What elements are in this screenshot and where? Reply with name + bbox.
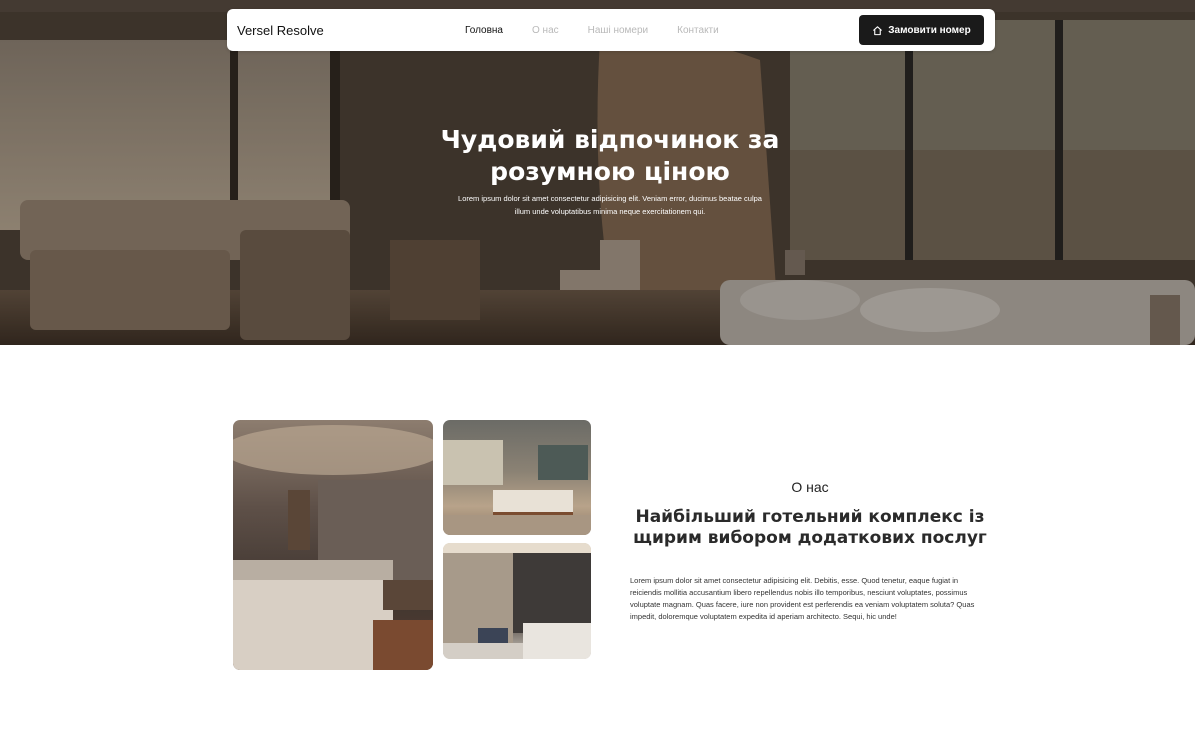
hero-subtitle-line-1: Lorem ipsum dolor sit amet consectetur a… xyxy=(458,194,762,203)
about-title: Найбільший готельний комплекс із щирим в… xyxy=(620,507,1000,549)
hero-section: Versel Resolve Головна О нас Наші номери… xyxy=(0,0,1195,345)
nav-link-contacts[interactable]: Контакти xyxy=(677,25,719,36)
book-room-button[interactable]: Замовити номер xyxy=(859,15,984,45)
brand-logo[interactable]: Versel Resolve xyxy=(237,23,437,38)
hero-title-line-2: розумною ціною xyxy=(490,157,730,186)
about-photo-room xyxy=(443,543,591,659)
home-icon xyxy=(873,25,883,35)
about-photo-bedroom-large xyxy=(233,420,433,670)
nav-link-about[interactable]: О нас xyxy=(532,25,559,36)
about-title-line-1: Найбільший готельний комплекс із xyxy=(635,507,985,527)
nav-link-home[interactable]: Головна xyxy=(465,25,503,36)
about-label: О нас xyxy=(791,479,829,495)
hero-subtitle-line-2: illum unde voluptatibus minima neque exe… xyxy=(514,206,706,216)
book-room-label: Замовити номер xyxy=(888,24,971,36)
hero-title-line-1: Чудовий відпочинок за xyxy=(440,125,780,154)
hero-title: Чудовий відпочинок за розумною ціною xyxy=(420,124,800,188)
nav-links: Головна О нас Наші номери Контакти xyxy=(465,9,748,51)
about-description: Lorem ipsum dolor sit amet consectetur a… xyxy=(630,576,975,621)
about-title-line-2: щирим вибором додаткових послуг xyxy=(633,528,987,548)
hero-subtitle: Lorem ipsum dolor sit amet consectetur a… xyxy=(440,193,780,218)
nav-link-rooms[interactable]: Наші номери xyxy=(588,25,648,36)
top-navbar: Versel Resolve Головна О нас Наші номери… xyxy=(227,9,995,51)
about-photo-suite xyxy=(443,420,591,535)
